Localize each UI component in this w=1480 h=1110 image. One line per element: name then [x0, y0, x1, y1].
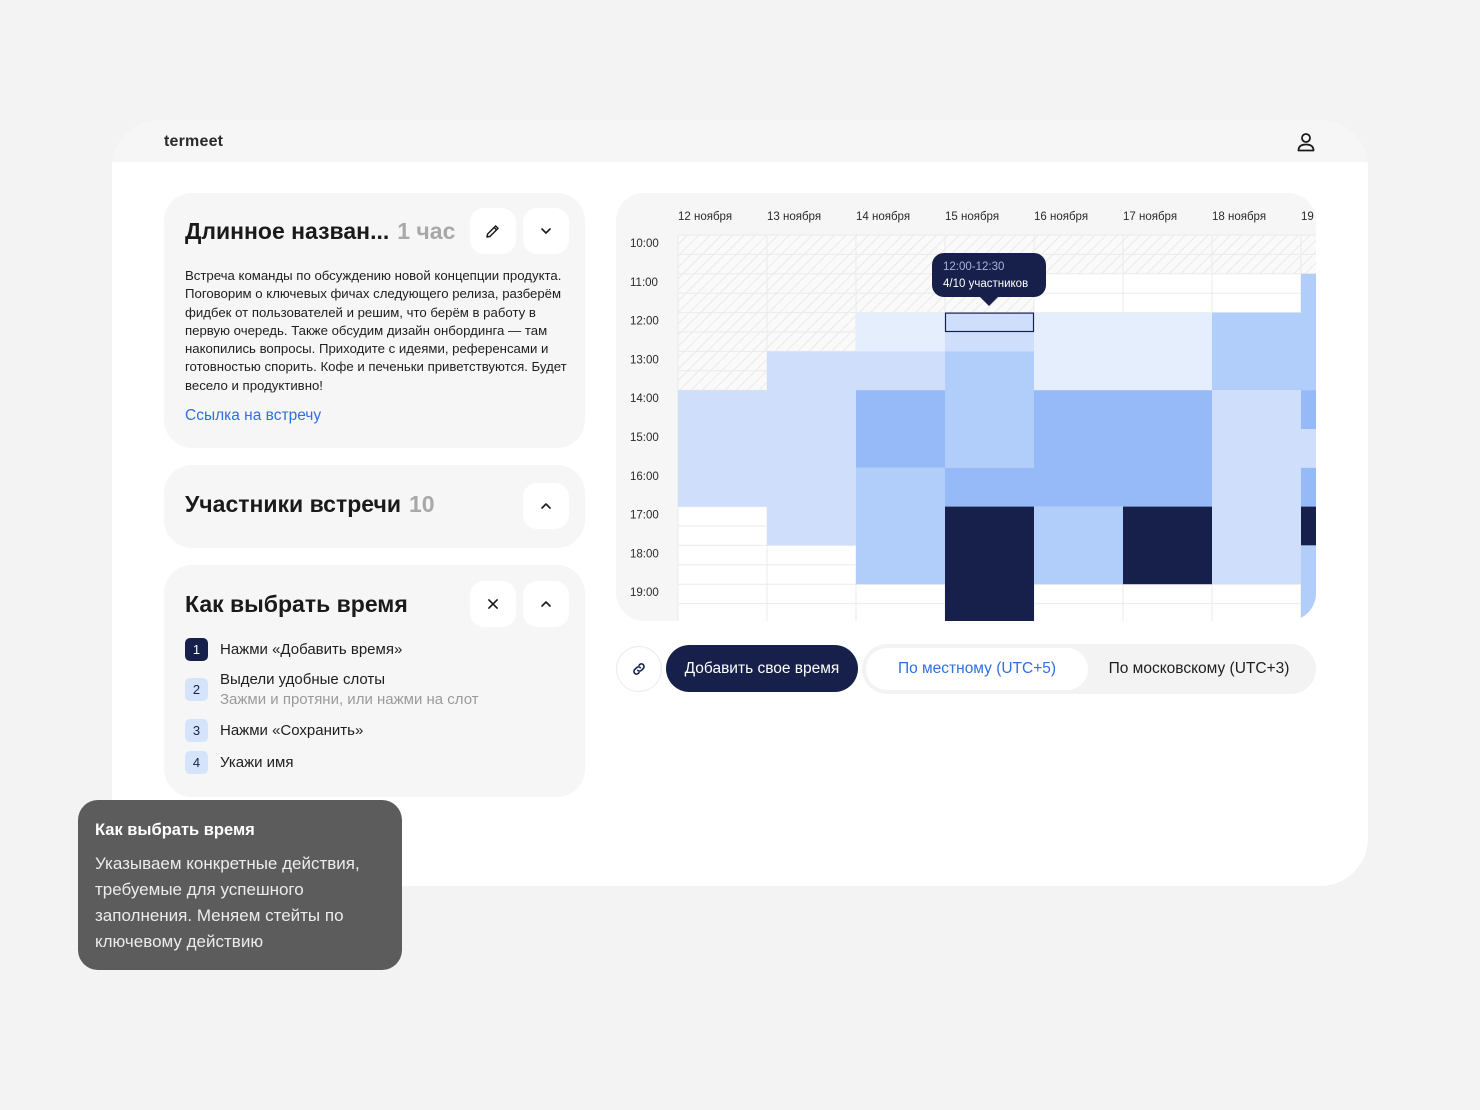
step-number: 2	[185, 678, 208, 701]
time-label: 16:00	[630, 471, 659, 483]
step-label: Укажи имя	[220, 754, 294, 771]
availability-block[interactable]	[856, 312, 945, 352]
time-label: 14:00	[630, 393, 659, 405]
availability-block[interactable]	[1301, 506, 1316, 546]
time-label: 11:00	[630, 277, 658, 289]
edit-button[interactable]	[470, 208, 516, 254]
app-logo[interactable]: termeet	[164, 133, 223, 151]
time-label: 12:00	[630, 316, 659, 328]
howto-title: Как выбрать время	[185, 591, 408, 617]
tz-moscow-option[interactable]: По московскому (UTC+3)	[1094, 648, 1304, 690]
time-label: 13:00	[630, 354, 659, 366]
time-label: 15:00	[630, 432, 659, 444]
close-icon	[488, 599, 498, 609]
collapse-participants-button[interactable]	[523, 483, 569, 529]
availability-block[interactable]	[1301, 273, 1316, 391]
availability-block[interactable]	[1034, 312, 1123, 391]
participants-title: Участники встречи	[185, 491, 401, 517]
availability-block[interactable]	[1212, 312, 1301, 391]
time-label: 10:00	[630, 238, 659, 250]
day-header: 19	[1301, 211, 1314, 223]
availability-block[interactable]	[1301, 467, 1316, 507]
top-bar: termeet	[112, 120, 1368, 162]
chevron-up-icon	[541, 503, 551, 509]
timezone-switch: По местному (UTC+5) По московскому (UTC+…	[862, 644, 1316, 694]
meeting-title-row: Длинное назван... 1 час	[185, 218, 455, 245]
availability-block[interactable]	[1123, 390, 1212, 507]
meeting-duration: 1 час	[397, 218, 456, 244]
availability-block[interactable]	[856, 351, 945, 391]
day-header: 13 ноября	[767, 211, 821, 223]
availability-block[interactable]	[1301, 390, 1316, 429]
close-howto-button[interactable]	[470, 581, 516, 627]
availability-calendar[interactable]: 12 ноября 13 ноября 14 ноября 15 ноября 16 н…	[616, 193, 1316, 621]
day-header: 15 ноября	[945, 211, 999, 223]
day-header: 14 ноября	[856, 211, 910, 223]
step-label: Нажми «Добавить время»	[220, 641, 403, 658]
chevron-down-icon	[541, 228, 551, 234]
availability-block[interactable]	[767, 351, 856, 546]
meeting-description: Встреча команды по обсуждению новой конц…	[185, 268, 567, 393]
step-number: 1	[185, 638, 208, 661]
step-number: 4	[185, 751, 208, 774]
day-header: 16 ноября	[1034, 211, 1088, 223]
note-title: Как выбрать время	[95, 821, 255, 839]
howto-card: Как выбрать время 1 Нажми «Добавить врем…	[164, 565, 585, 797]
participants-count: 10	[408, 491, 435, 517]
availability-block[interactable]	[945, 506, 1034, 621]
availability-block[interactable]	[1034, 390, 1123, 507]
app-window: termeet Длинное назван... 1 час Встреча к…	[112, 120, 1368, 886]
step-label: Нажми «Сохранить»	[220, 722, 364, 739]
add-time-button[interactable]: Добавить свое время	[666, 645, 858, 692]
availability-block[interactable]	[1301, 429, 1316, 468]
tooltip-count: 4/10 участников	[943, 278, 1028, 290]
tz-local-option[interactable]: По местному (UTC+5)	[866, 648, 1088, 690]
day-header: 18 ноября	[1212, 211, 1266, 223]
participants-card[interactable]: Участники встречи 10	[164, 465, 585, 548]
calendar-toolbar: Добавить свое время По местному (UTC+5) …	[616, 644, 1316, 694]
note-body: Указываем конкретные действия, требуемые…	[95, 854, 360, 951]
availability-block[interactable]	[945, 467, 1034, 507]
time-label: 17:00	[630, 510, 659, 522]
availability-block[interactable]	[1123, 506, 1212, 585]
pencil-icon	[486, 225, 499, 238]
availability-block[interactable]	[856, 467, 945, 585]
copy-link-button[interactable]	[616, 646, 662, 692]
annotation-note: Как выбрать время Указываем конкретные д…	[78, 800, 402, 970]
tooltip-time: 12:00-12:30	[943, 261, 1004, 273]
collapse-howto-button[interactable]	[523, 581, 569, 627]
day-header: 17 ноября	[1123, 211, 1177, 223]
availability-block[interactable]	[945, 351, 1034, 468]
tooltip-box	[932, 253, 1046, 297]
availability-block[interactable]	[1212, 390, 1301, 585]
calendar-grid[interactable]: 12 ноября 13 ноября 14 ноября 15 ноября 16 н…	[616, 193, 1316, 621]
meeting-card: Длинное назван... 1 час Встреча команды п…	[164, 193, 585, 448]
availability-block[interactable]	[1123, 312, 1212, 391]
availability-block[interactable]	[1301, 545, 1316, 621]
time-label: 18:00	[630, 548, 659, 560]
chevron-up-icon	[541, 601, 551, 607]
day-header: 12 ноября	[678, 211, 732, 223]
time-label: 19:00	[630, 587, 659, 599]
availability-block[interactable]	[1034, 506, 1123, 585]
expand-button[interactable]	[523, 208, 569, 254]
user-icon[interactable]	[1294, 130, 1318, 154]
step-hint: Зажми и протяни, или нажми на слот	[220, 691, 479, 708]
availability-block[interactable]	[678, 390, 767, 507]
step-label: Выдели удобные слоты	[220, 671, 386, 688]
availability-block[interactable]	[856, 390, 945, 468]
link-icon	[633, 663, 645, 675]
meeting-title: Длинное назван...	[185, 218, 390, 244]
participants-title-row: Участники встречи 10	[185, 491, 435, 518]
step-number: 3	[185, 719, 208, 742]
meeting-link[interactable]: Ссылка на встречу	[185, 407, 321, 425]
